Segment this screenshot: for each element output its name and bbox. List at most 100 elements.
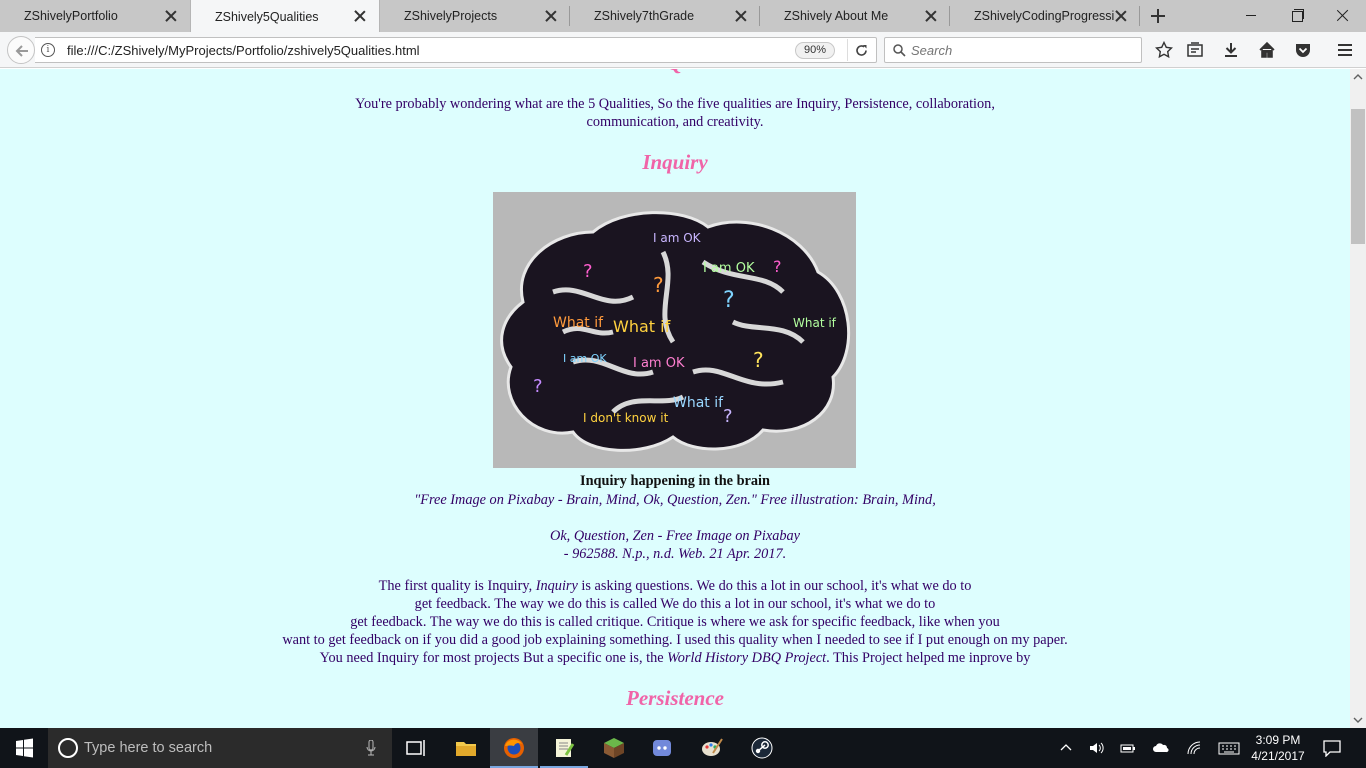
svg-text:?: ? <box>753 348 764 372</box>
window-close-icon[interactable] <box>1320 0 1366 32</box>
page-content: Q You're probably wondering what are the… <box>0 69 1350 728</box>
inquiry-text: is asking questions. We do this a lot in… <box>577 578 972 594</box>
inquiry-emphasis: Inquiry <box>535 578 578 594</box>
svg-text:I am OK: I am OK <box>563 352 607 365</box>
tab-close-icon[interactable] <box>924 9 938 23</box>
taskbar-search-box[interactable]: Type here to search <box>48 728 392 768</box>
notepad-plus-plus-icon[interactable] <box>540 728 588 768</box>
file-explorer-icon[interactable] <box>442 728 490 768</box>
hamburger-menu-icon[interactable] <box>1336 41 1354 59</box>
clock-date: 4/21/2017 <box>1251 749 1305 763</box>
tab-projects[interactable]: ZShivelyProjects <box>380 0 570 32</box>
inquiry-text: . This Project helped me inprove by <box>826 650 1031 666</box>
windows-start-button[interactable] <box>0 728 48 768</box>
svg-text:I am OK: I am OK <box>653 231 702 245</box>
inquiry-line: get feedback. The way we do this is call… <box>414 596 936 612</box>
tab-coding-progression[interactable]: ZShivelyCodingProgression <box>950 0 1140 32</box>
battery-icon[interactable] <box>1120 740 1136 756</box>
new-tab-icon[interactable] <box>1140 0 1176 32</box>
tab-close-icon[interactable] <box>353 9 367 23</box>
windows-logo-icon <box>16 738 33 758</box>
svg-text:What if: What if <box>673 395 724 411</box>
star-icon[interactable] <box>1155 41 1173 59</box>
scroll-down-icon[interactable] <box>1350 711 1366 728</box>
show-hidden-icons-icon[interactable] <box>1058 740 1074 756</box>
inquiry-line: The first quality is Inquiry, Inquiry is… <box>0 577 1350 595</box>
svg-text:What if: What if <box>613 317 671 336</box>
back-button[interactable] <box>7 36 35 64</box>
svg-text:What if: What if <box>793 316 837 330</box>
inquiry-line: want to get feedback on if you did a goo… <box>282 632 1068 648</box>
home-icon[interactable] <box>1258 41 1276 59</box>
inquiry-text: You need Inquiry for most projects But a… <box>319 650 668 666</box>
tab-close-icon[interactable] <box>544 9 558 23</box>
svg-text:?: ? <box>773 257 782 276</box>
pocket-icon[interactable] <box>1294 41 1312 59</box>
scroll-up-icon[interactable] <box>1350 69 1366 86</box>
firefox-icon[interactable] <box>490 728 538 768</box>
intro-paragraph: You're probably wondering what are the 5… <box>0 95 1350 131</box>
reading-list-icon[interactable] <box>1186 41 1204 59</box>
keyboard-icon[interactable] <box>1218 740 1240 756</box>
system-clock[interactable]: 3:09 PM 4/21/2017 <box>1246 732 1310 764</box>
tab-portfolio[interactable]: ZShivelyPortfolio <box>0 0 190 32</box>
inquiry-text: The first quality is Inquiry, <box>378 578 536 594</box>
inquiry-paragraph: The first quality is Inquiry, Inquiry is… <box>0 577 1350 667</box>
zoom-level-badge[interactable]: 90% <box>795 42 835 59</box>
download-icon[interactable] <box>1222 41 1240 59</box>
citation-line: Ok, Question, Zen - Free Image on Pixaba… <box>550 528 800 544</box>
cortana-icon <box>58 738 78 758</box>
tab-about-me[interactable]: ZShively About Me <box>760 0 950 32</box>
minecraft-icon[interactable] <box>590 728 638 768</box>
steam-icon[interactable] <box>738 728 786 768</box>
image-citation: "Free Image on Pixabay - Brain, Mind, Ok… <box>0 491 1350 563</box>
tab-title: ZShivelyPortfolio <box>24 9 118 23</box>
svg-text:?: ? <box>723 288 735 313</box>
tab-close-icon[interactable] <box>164 9 178 23</box>
tab-title: ZShively5Qualities <box>215 9 319 24</box>
svg-text:I am OK: I am OK <box>633 356 685 371</box>
image-caption: Inquiry happening in the brain <box>580 473 770 489</box>
scrollbar-thumb[interactable] <box>1351 109 1365 244</box>
url-text[interactable]: file:///C:/ZShively/MyProjects/Portfolio… <box>67 43 420 58</box>
tab-title: ZShivelyProjects <box>404 9 498 23</box>
tab-close-icon[interactable] <box>1114 9 1128 23</box>
search-icon <box>893 44 906 57</box>
intro-line: You're probably wondering what are the 5… <box>355 96 995 112</box>
search-input[interactable] <box>911 38 1136 62</box>
minimize-icon[interactable] <box>1228 0 1274 32</box>
clock-time: 3:09 PM <box>1255 733 1301 747</box>
discord-icon[interactable] <box>638 728 686 768</box>
back-arrow-icon <box>15 45 28 57</box>
tab-close-icon[interactable] <box>734 9 748 23</box>
inquiry-line: You need Inquiry for most projects But a… <box>0 649 1350 667</box>
cropped-heading-fragment: Q <box>0 69 1350 76</box>
brain-question-image: ? What if I am OK ? I am OK What if I am… <box>493 192 856 468</box>
paint-icon[interactable] <box>688 728 736 768</box>
svg-text:?: ? <box>653 273 664 297</box>
taskbar: Type here to search 3:09 PM 4/21/2017 <box>0 728 1366 768</box>
action-center-icon[interactable] <box>1322 739 1342 757</box>
volume-icon[interactable] <box>1088 740 1104 756</box>
onedrive-icon[interactable] <box>1153 740 1169 756</box>
svg-text:I am OK: I am OK <box>703 261 755 276</box>
search-bar[interactable] <box>884 37 1142 63</box>
tab-7thgrade[interactable]: ZShively7thGrade <box>570 0 760 32</box>
reload-button[interactable] <box>847 39 873 61</box>
task-view-icon[interactable] <box>392 728 440 768</box>
restore-icon[interactable] <box>1274 0 1320 32</box>
navigation-bar: i file:///C:/ZShively/MyProjects/Portfol… <box>0 32 1366 68</box>
tab-5qualities[interactable]: ZShively5Qualities <box>190 0 380 33</box>
url-bar[interactable]: i file:///C:/ZShively/MyProjects/Portfol… <box>35 37 877 63</box>
wifi-icon[interactable] <box>1186 740 1202 756</box>
vertical-scrollbar[interactable] <box>1350 69 1366 728</box>
info-icon[interactable]: i <box>41 43 55 57</box>
svg-text:?: ? <box>533 376 543 397</box>
reload-icon <box>856 45 867 56</box>
citation-blank-line <box>0 509 1350 527</box>
microphone-icon[interactable] <box>366 740 376 756</box>
svg-text:?: ? <box>583 261 593 282</box>
tab-title: ZShivelyCodingProgression <box>974 9 1114 23</box>
svg-text:What if: What if <box>553 315 604 331</box>
svg-text:I don't know it: I don't know it <box>583 411 669 425</box>
